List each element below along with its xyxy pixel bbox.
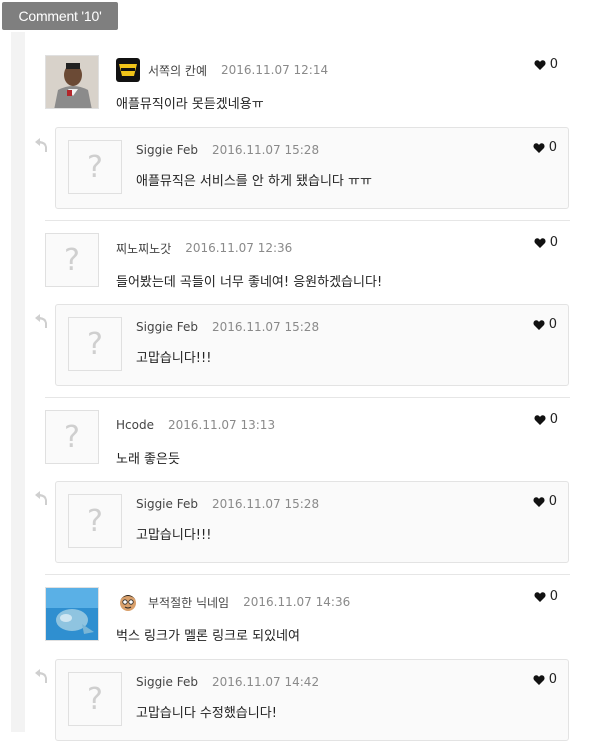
comment-author[interactable]: 서쪽의 칸예 [148,62,207,79]
user-photo-icon [46,588,98,640]
reply-meta: Siggie Feb 2016.11.07 15:28 [136,493,319,515]
like-count: 0 [549,412,558,427]
like-button[interactable]: 0 [533,494,557,509]
avatar[interactable]: ? [68,494,122,548]
heart-icon [533,496,545,507]
reply-item: ? Siggie Feb 2016.11.07 15:28 고맙습니다!!! 0 [55,304,569,386]
like-button[interactable]: 0 [533,140,557,155]
comment-count-badge: Comment '10' [2,2,118,30]
like-count: 0 [548,494,557,509]
reply-arrow-icon [35,138,47,152]
cartoon-face-icon [116,590,140,614]
comment-date: 2016.11.07 12:36 [185,241,293,255]
placeholder-avatar-icon: ? [64,242,80,278]
comment-author[interactable]: Hcode [116,418,154,432]
reply-meta: Siggie Feb 2016.11.07 15:28 [136,316,319,338]
comment-date: 2016.11.07 12:14 [221,63,329,77]
comment-meta: 부적절한 닉네임 2016.11.07 14:36 [116,590,351,614]
comment-author[interactable]: 찌노찌노갓 [116,240,171,257]
placeholder-avatar-icon: ? [87,681,103,717]
reply-text: 애플뮤직은 서비스를 안 하게 됐습니다 ㅠㅠ [136,174,372,189]
like-count: 0 [548,317,557,332]
like-button[interactable]: 0 [533,672,557,687]
comment-meta: 서쪽의 칸예 2016.11.07 12:14 [116,58,329,82]
comment-text: 노래 좋은듯 [116,452,180,467]
comment-item: 부적절한 닉네임 2016.11.07 14:36 벅스 링크가 멜론 링크로 … [45,587,570,647]
wu-tang-logo-icon [116,58,140,82]
placeholder-avatar-icon: ? [87,149,103,185]
comment-date: 2016.11.07 13:13 [167,418,276,432]
heart-icon [534,237,546,248]
comment-meta: 찌노찌노갓 2016.11.07 12:36 [116,237,292,259]
divider [45,397,570,398]
comment-text: 들어봤는데 곡들이 너무 좋네여! 응원하겠습니다! [116,275,383,290]
reply-text: 고맙습니다 수정했습니다! [136,706,277,721]
like-button[interactable]: 0 [534,57,558,72]
comment-author[interactable]: 부적절한 닉네임 [148,594,229,611]
heart-icon [534,414,546,425]
reply-item: ? Siggie Feb 2016.11.07 15:28 고맙습니다!!! 0 [55,481,569,563]
reply-date: 2016.11.07 15:28 [211,143,320,157]
user-photo-icon [46,56,98,108]
reply-author[interactable]: Siggie Feb [136,143,198,157]
heart-icon [533,674,545,685]
like-button[interactable]: 0 [533,317,557,332]
comment-item: ? Hcode 2016.11.07 13:13 노래 좋은듯 0 [45,410,570,470]
placeholder-avatar-icon: ? [64,419,80,455]
reply-author[interactable]: Siggie Feb [136,320,198,334]
heart-icon [533,142,545,153]
avatar[interactable]: ? [45,233,99,287]
avatar[interactable] [45,587,99,641]
comment-text: 벅스 링크가 멜론 링크로 되있네여 [116,629,300,644]
like-button[interactable]: 0 [534,589,558,604]
comment-date: 2016.11.07 14:36 [243,595,351,609]
reply-date: 2016.11.07 14:42 [211,675,320,689]
like-count: 0 [549,57,558,72]
reply-author[interactable]: Siggie Feb [136,675,198,689]
heart-icon [533,319,545,330]
placeholder-avatar-icon: ? [87,503,103,539]
reply-arrow-icon [35,314,47,328]
avatar[interactable]: ? [68,317,122,371]
reply-text: 고맙습니다!!! [136,351,212,366]
reply-date: 2016.11.07 15:28 [211,320,320,334]
comment-item: 서쪽의 칸예 2016.11.07 12:14 애플뮤직이라 못듣겠네용ㅠ 0 [45,55,570,115]
like-count: 0 [548,140,557,155]
divider [45,220,570,221]
heart-icon [534,591,546,602]
like-count: 0 [549,235,558,250]
divider [45,574,570,575]
avatar[interactable]: ? [68,140,122,194]
reply-date: 2016.11.07 15:28 [211,497,320,511]
reply-arrow-icon [35,491,47,505]
reply-meta: Siggie Feb 2016.11.07 15:28 [136,139,319,161]
reply-author[interactable]: Siggie Feb [136,497,198,511]
heart-icon [534,59,546,70]
placeholder-avatar-icon: ? [87,326,103,362]
like-count: 0 [548,672,557,687]
reply-text: 고맙습니다!!! [136,528,212,543]
comment-meta: Hcode 2016.11.07 13:13 [116,414,275,436]
comment-item: ? 찌노찌노갓 2016.11.07 12:36 들어봤는데 곡들이 너무 좋네… [45,233,570,293]
reply-item: ? Siggie Feb 2016.11.07 15:28 애플뮤직은 서비스를… [55,127,569,209]
like-button[interactable]: 0 [534,412,558,427]
reply-meta: Siggie Feb 2016.11.07 14:42 [136,671,319,693]
reply-arrow-icon [35,669,47,683]
comment-text: 애플뮤직이라 못듣겠네용ㅠ [116,97,264,112]
reply-item: ? Siggie Feb 2016.11.07 14:42 고맙습니다 수정했습… [55,659,569,741]
like-count: 0 [549,589,558,604]
avatar[interactable]: ? [68,672,122,726]
avatar[interactable] [45,55,99,109]
like-button[interactable]: 0 [534,235,558,250]
avatar[interactable]: ? [45,410,99,464]
